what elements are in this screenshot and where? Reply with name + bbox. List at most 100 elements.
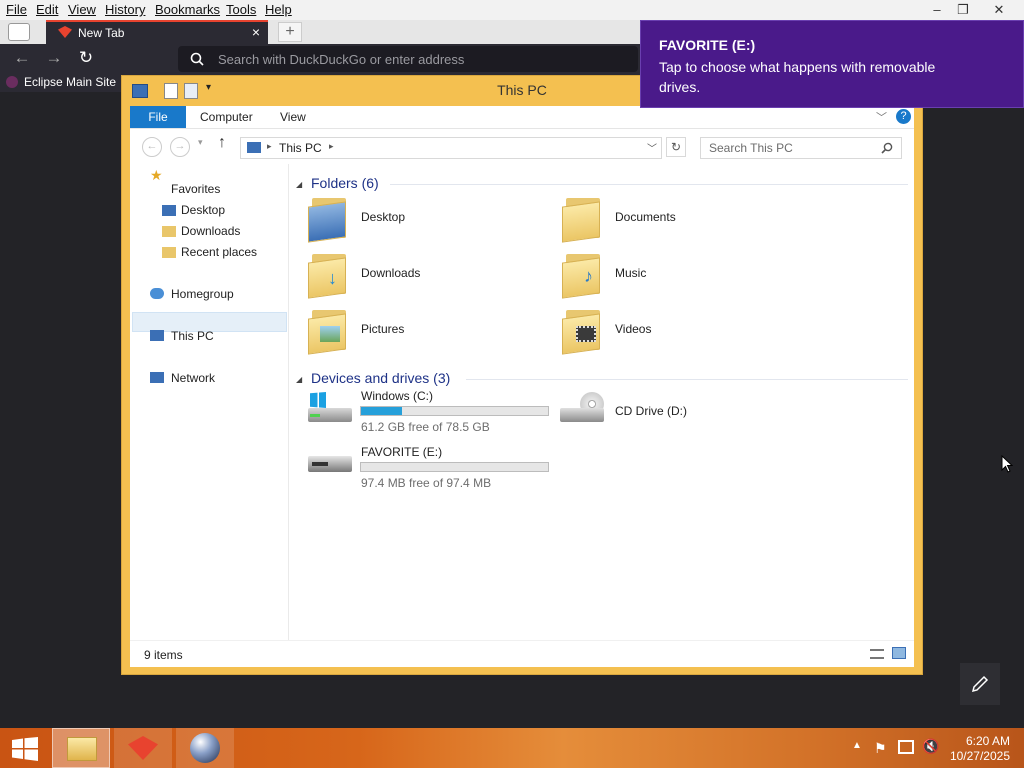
nav-homegroup[interactable]: Homegroup (171, 287, 234, 301)
show-hidden-icons[interactable]: ▲ (852, 740, 862, 751)
devices-collapse-icon[interactable]: ◢ (296, 375, 302, 384)
taskbar-browser[interactable] (114, 728, 172, 768)
autoplay-toast[interactable]: FAVORITE (E:) Tap to choose what happens… (640, 20, 1024, 108)
action-center-flag-icon[interactable]: ⚑ (874, 740, 887, 757)
drive-e-free: 97.4 MB free of 97.4 MB (361, 476, 492, 490)
usb-drive-icon (306, 450, 354, 486)
system-clock[interactable]: 6:20 AM 10/27/2025 (950, 734, 1010, 764)
drive-c-label[interactable]: Windows (C:) (361, 389, 433, 403)
search-magnifier-icon (881, 142, 893, 154)
tab-list-icon[interactable] (8, 23, 30, 41)
address-dropdown-icon[interactable]: ﹀ (647, 140, 657, 155)
toast-body: Tap to choose what happens with removabl… (659, 59, 936, 95)
tab-close-icon[interactable]: × (252, 24, 260, 40)
folder-documents[interactable]: Documents (615, 210, 676, 224)
forward-icon[interactable]: → (44, 48, 64, 68)
ribbon-expand-icon[interactable]: ﹀ (876, 109, 887, 125)
ribbon-tab-computer[interactable]: Computer (200, 110, 253, 124)
ribbon-tab-file[interactable]: File (130, 106, 186, 128)
eclipse-icon (6, 76, 18, 88)
back-icon[interactable]: ← (12, 48, 32, 68)
navigation-pane: ★ Favorites Desktop Downloads Recent pla… (130, 164, 289, 640)
start-button[interactable] (0, 728, 58, 768)
cd-drive-icon (560, 390, 608, 426)
favorites-star-icon: ★ (150, 167, 163, 183)
breadcrumb-this-pc[interactable]: This PC (279, 141, 322, 155)
music-folder-icon: ♪ (562, 250, 606, 299)
ribbon-tab-view[interactable]: View (280, 110, 306, 124)
volume-muted-icon[interactable]: 🔇 (922, 738, 939, 755)
menu-bookmarks[interactable]: Bookmarks (155, 2, 220, 17)
bookmark-eclipse[interactable]: Eclipse Main Site (6, 75, 116, 89)
sphere-app-icon (190, 733, 220, 763)
pencil-icon (971, 675, 989, 693)
address-bar[interactable]: Search with DuckDuckGo or enter address (178, 46, 638, 72)
folders-header[interactable]: Folders (6) (311, 175, 379, 191)
status-bar: 9 items (130, 640, 914, 667)
details-view-icon[interactable] (870, 649, 884, 659)
folder-downloads[interactable]: Downloads (361, 266, 420, 280)
devices-divider (466, 379, 908, 380)
menu-edit[interactable]: Edit (36, 2, 58, 17)
windows-drive-icon (306, 392, 354, 428)
restore-button[interactable]: ❐ (948, 0, 978, 20)
drive-c-free: 61.2 GB free of 78.5 GB (361, 420, 490, 434)
menu-file[interactable]: File (6, 2, 27, 17)
folder-desktop[interactable]: Desktop (361, 210, 405, 224)
tab-new-tab[interactable]: New Tab × (46, 20, 268, 44)
menu-history[interactable]: History (105, 2, 145, 17)
taskbar: ▲ ⚑ 🔇 6:20 AM 10/27/2025 (0, 728, 1024, 768)
nav-favorites[interactable]: Favorites (171, 182, 220, 196)
taskbar-file-explorer[interactable] (52, 728, 110, 768)
explorer-back-icon[interactable]: ← (142, 137, 162, 157)
desktop-folder-icon (308, 194, 352, 243)
bookmark-label: Eclipse Main Site (24, 75, 117, 89)
browser-logo-icon (58, 26, 72, 38)
network-tray-icon[interactable] (898, 740, 914, 754)
nav-network[interactable]: Network (171, 371, 215, 385)
reload-icon[interactable]: ↻ (76, 48, 96, 68)
folder-pictures[interactable]: Pictures (361, 322, 404, 336)
menu-view[interactable]: View (68, 2, 96, 17)
browser-menubar: File Edit View History Bookmarks Tools H… (0, 0, 1024, 20)
menu-help[interactable]: Help (265, 2, 292, 17)
nav-recent-places[interactable]: Recent places (181, 245, 257, 259)
nav-downloads[interactable]: Downloads (181, 224, 240, 238)
up-icon[interactable]: ↑ (218, 134, 226, 152)
clock-time: 6:20 AM (965, 734, 1010, 748)
large-icons-view-icon[interactable] (892, 647, 906, 659)
explorer-search-field[interactable]: Search This PC (700, 137, 902, 159)
help-icon[interactable]: ? (896, 109, 911, 124)
breadcrumb-chevron-icon[interactable]: ▸ (329, 141, 334, 152)
menu-tools[interactable]: Tools (226, 2, 256, 17)
drive-d-label[interactable]: CD Drive (D:) (615, 404, 687, 418)
nav-desktop[interactable]: Desktop (181, 203, 225, 217)
folders-divider (390, 184, 908, 185)
browser-taskbar-icon (128, 736, 158, 760)
explorer-forward-icon[interactable]: → (170, 137, 190, 157)
address-pc-icon (247, 142, 261, 153)
folders-collapse-icon[interactable]: ◢ (296, 180, 302, 189)
videos-folder-icon (562, 306, 606, 355)
recent-places-nav-icon (162, 247, 176, 258)
explorer-content: ★ Favorites Desktop Downloads Recent pla… (130, 164, 914, 640)
tab-title: New Tab (78, 26, 125, 40)
toast-title: FAVORITE (E:) (659, 37, 756, 53)
new-tab-button[interactable]: + (278, 22, 302, 42)
this-pc-nav-icon (150, 330, 164, 341)
drive-e-label[interactable]: FAVORITE (E:) (361, 445, 442, 459)
network-icon (150, 372, 164, 383)
folder-music[interactable]: Music (615, 266, 646, 280)
breadcrumb-sep-icon: ▸ (267, 141, 272, 151)
devices-header[interactable]: Devices and drives (3) (311, 370, 450, 386)
folder-videos[interactable]: Videos (615, 322, 651, 336)
taskbar-app-sphere[interactable] (176, 728, 234, 768)
pen-button[interactable] (960, 663, 1000, 705)
nav-this-pc[interactable]: This PC (171, 329, 214, 343)
refresh-icon[interactable]: ↻ (666, 137, 686, 157)
recent-locations-icon[interactable]: ▾ (198, 137, 203, 148)
search-placeholder: Search This PC (709, 141, 793, 155)
close-window-button[interactable]: ✕ (984, 0, 1014, 20)
desktop-nav-icon (162, 205, 176, 216)
explorer-address-bar[interactable]: ▸ This PC ▸ ﹀ (240, 137, 662, 159)
